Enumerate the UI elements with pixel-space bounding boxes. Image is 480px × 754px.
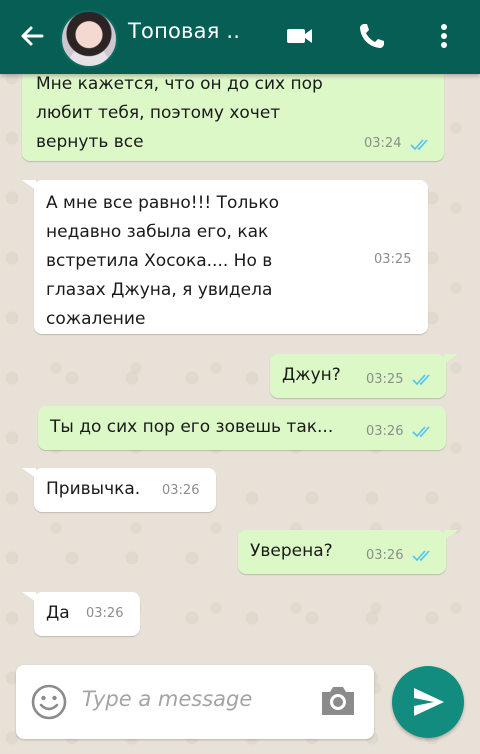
- message-bubble-outgoing[interactable]: Ты до сих пор его зовешь так... 03:26: [38, 406, 446, 450]
- message-input[interactable]: Type a message: [82, 687, 252, 711]
- message-time: 03:26: [162, 483, 200, 498]
- video-call-icon[interactable]: [284, 20, 316, 52]
- message-bubble-outgoing[interactable]: Уверена? 03:26: [238, 530, 458, 574]
- message-time: 03:26: [366, 424, 404, 439]
- back-arrow-icon[interactable]: [16, 20, 48, 52]
- send-button[interactable]: [392, 666, 464, 738]
- emoji-icon[interactable]: [30, 683, 68, 721]
- read-ticks-icon: [412, 374, 430, 386]
- message-text: Джун?: [282, 365, 341, 385]
- camera-icon[interactable]: [318, 683, 358, 719]
- read-ticks-icon: [412, 550, 430, 562]
- more-options-icon[interactable]: [428, 20, 460, 52]
- read-ticks-icon: [412, 426, 430, 438]
- message-time: 03:25: [366, 372, 404, 387]
- message-text: Да: [46, 603, 70, 623]
- message-bubble-outgoing[interactable]: Джун? 03:25: [270, 354, 458, 398]
- contact-avatar[interactable]: [60, 10, 118, 68]
- send-icon: [414, 688, 444, 716]
- message-text: А мне все равно!!! Только недавно забыла…: [46, 193, 279, 329]
- message-bubble-incoming[interactable]: А мне все равно!!! Только недавно забыла…: [22, 180, 428, 334]
- bubble-tail: [22, 468, 36, 478]
- message-bubble-outgoing[interactable]: Мне кажется, что он до сих пор любит теб…: [22, 60, 444, 161]
- message-text: Ты до сих пор его зовешь так...: [50, 417, 334, 437]
- message-time: 03:24: [364, 136, 402, 151]
- message-bubble-incoming[interactable]: Привычка. 03:26: [22, 468, 216, 512]
- bubble-tail: [444, 354, 458, 364]
- message-time: 03:26: [86, 606, 124, 621]
- read-ticks-icon: [410, 139, 428, 151]
- message-bubble-incoming[interactable]: Да 03:26: [22, 592, 140, 636]
- message-time: 03:26: [366, 548, 404, 563]
- message-time: 03:25: [374, 252, 412, 267]
- chat-header: Топовая ..: [0, 0, 480, 74]
- message-composer: Type a message: [16, 665, 374, 739]
- message-text: Мне кажется, что он до сих пор любит теб…: [36, 74, 323, 152]
- bubble-tail: [444, 530, 458, 540]
- message-text: Привычка.: [46, 479, 141, 499]
- bubble-tail: [22, 592, 36, 602]
- phone-icon[interactable]: [356, 20, 388, 52]
- bubble-tail: [22, 180, 36, 190]
- chat-title[interactable]: Топовая ..: [128, 19, 240, 43]
- message-text: Уверена?: [250, 541, 333, 561]
